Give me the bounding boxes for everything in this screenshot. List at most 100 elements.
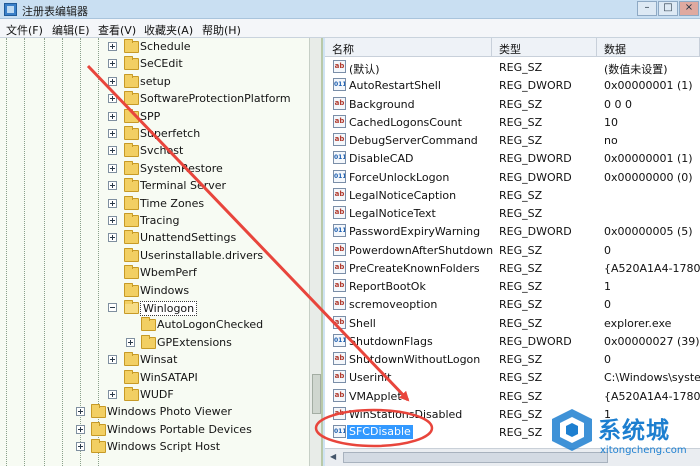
value-data: {A520A1A4-1780-4: [604, 389, 700, 403]
tree-node[interactable]: SystemRestore: [0, 160, 308, 178]
value-row[interactable]: ab ReportBootOk REG_SZ 1: [325, 277, 700, 295]
menu-edit[interactable]: 编辑(E): [52, 22, 90, 38]
value-row[interactable]: ab scremoveoption REG_SZ 0: [325, 295, 700, 313]
value-data: 0x00000000 (0): [604, 170, 693, 184]
collapse-icon[interactable]: [108, 303, 117, 312]
column-header-name[interactable]: 名称: [325, 38, 492, 57]
value-row[interactable]: 011 PasswordExpiryWarning REG_DWORD 0x00000…: [325, 222, 700, 240]
tree-node-label: Windows: [140, 283, 190, 297]
scroll-left-arrow-icon[interactable]: ◀: [330, 452, 336, 461]
expand-icon[interactable]: [108, 129, 117, 138]
value-row[interactable]: ab LegalNoticeText REG_SZ: [325, 204, 700, 222]
menu-view[interactable]: 查看(V): [98, 22, 136, 38]
tree-node[interactable]: Windows Photo Viewer: [0, 404, 308, 421]
value-row[interactable]: 011 ShutdownFlags REG_DWORD 0x00000027 (39): [325, 332, 700, 350]
expand-icon[interactable]: [108, 94, 117, 104]
value-name: VMApplet: [349, 389, 402, 403]
menu-help[interactable]: 帮助(H): [202, 22, 241, 38]
tree-node[interactable]: WinSATAPI: [0, 369, 308, 387]
tree-node[interactable]: Tracing: [0, 213, 308, 230]
tree-node[interactable]: Windows Portable Devices: [0, 421, 308, 439]
value-row[interactable]: ab DebugServerCommand REG_SZ no: [325, 131, 700, 149]
value-row[interactable]: ab PreCreateKnownFolders REG_SZ {A520A1A4-1…: [325, 259, 700, 277]
value-type: REG_SZ: [499, 61, 543, 74]
expand-icon[interactable]: [108, 181, 117, 191]
expand-icon[interactable]: [108, 216, 117, 225]
tree-node[interactable]: Terminal Server: [0, 178, 308, 195]
tree-node[interactable]: Superfetch: [0, 126, 308, 143]
column-header-data[interactable]: 数据: [597, 38, 700, 57]
minimize-button[interactable]: –: [637, 1, 657, 16]
column-header-type[interactable]: 类型: [492, 38, 597, 57]
value-row[interactable]: ab Userinit REG_SZ C:\Windows\syster: [325, 368, 700, 386]
expand-icon[interactable]: [108, 198, 117, 208]
value-name: PowerdownAfterShutdown: [349, 243, 494, 257]
maximize-button[interactable]: □: [658, 1, 678, 16]
value-type: REG_SZ: [499, 207, 543, 220]
tree-node[interactable]: SeCEdit: [0, 56, 308, 73]
binary-value-icon: 011: [333, 78, 346, 92]
tree-node[interactable]: Winsat: [0, 352, 308, 369]
folder-icon: [141, 334, 156, 349]
value-name: WinStationsDisabled: [349, 407, 463, 421]
expand-icon[interactable]: [108, 111, 117, 121]
tree-node-label: AutoLogonChecked: [157, 318, 264, 332]
value-type: REG_SZ: [499, 261, 543, 275]
tree-node[interactable]: AutoLogonChecked: [0, 317, 308, 334]
expand-icon[interactable]: [76, 442, 85, 452]
expand-icon[interactable]: [108, 146, 117, 156]
value-row[interactable]: 011 ForceUnlockLogon REG_DWORD 0x00000000 (…: [325, 168, 700, 186]
expand-icon[interactable]: [108, 76, 117, 86]
expand-icon[interactable]: [126, 337, 135, 347]
value-row[interactable]: ab (默认) REG_SZ (数值未设置): [325, 58, 700, 76]
tree-node[interactable]: WbemPerf: [0, 265, 308, 282]
string-value-icon: ab: [333, 388, 346, 402]
expand-icon[interactable]: [108, 390, 117, 399]
value-row[interactable]: ab Shell REG_SZ explorer.exe: [325, 314, 700, 332]
tree-node[interactable]: Windows: [0, 282, 308, 300]
tree-node-label: SeCEdit: [140, 57, 183, 71]
tree-scroll-thumb[interactable]: [312, 374, 321, 414]
folder-icon: [124, 160, 139, 175]
tree-node[interactable]: Userinstallable.drivers: [0, 247, 308, 265]
close-button[interactable]: ×: [679, 1, 699, 16]
folder-icon: [124, 213, 139, 227]
value-row[interactable]: ab ShutdownWithoutLogon REG_SZ 0: [325, 350, 700, 368]
expand-icon[interactable]: [108, 355, 117, 365]
tree-scrollbar[interactable]: [309, 38, 321, 466]
values-list[interactable]: 名称 类型 数据 ab (默认) REG_SZ (数值未设置) 011 AutoResta…: [325, 38, 700, 466]
tree-node[interactable]: SPP: [0, 108, 308, 126]
tree-node[interactable]: UnattendSettings: [0, 230, 308, 247]
tree-node[interactable]: Svchost: [0, 143, 308, 160]
value-name: ShutdownWithoutLogon: [349, 353, 481, 366]
tree-node[interactable]: setup: [0, 73, 308, 91]
value-row[interactable]: abVMApplet REG_SZ {A520A1A4-1780-4: [325, 387, 700, 405]
string-value-icon: ab: [333, 133, 346, 146]
menu-favorites[interactable]: 收藏夹(A): [144, 22, 193, 38]
expand-icon[interactable]: [76, 407, 85, 417]
expand-icon[interactable]: [108, 163, 117, 173]
value-row[interactable]: 011 DisableCAD REG_DWORD 0x00000001 (1): [325, 149, 700, 167]
string-value-icon: ab: [333, 114, 346, 128]
tree-node[interactable]: Windows Script Host: [0, 439, 308, 456]
menu-file[interactable]: 文件(F): [6, 22, 43, 38]
tree-node-label: UnattendSettings: [140, 231, 237, 245]
tree-node[interactable]: WUDF: [0, 387, 308, 404]
value-row[interactable]: ab PowerdownAfterShutdown REG_SZ 0: [325, 241, 700, 259]
expand-icon[interactable]: [108, 42, 117, 51]
registry-tree[interactable]: Schedule SeCEdit setup SoftwareProtectionPl…: [0, 38, 323, 466]
expand-icon[interactable]: [108, 59, 117, 69]
value-data: 0: [604, 298, 611, 312]
value-row[interactable]: ab CachedLogonsCount REG_SZ 10: [325, 113, 700, 131]
value-row[interactable]: ab LegalNoticeCaption REG_SZ: [325, 186, 700, 204]
tree-node-label: Time Zones: [140, 196, 205, 210]
value-row[interactable]: 011 AutoRestartShell REG_DWORD 0x00000001 (…: [325, 76, 700, 94]
tree-node[interactable]: GPExtensions: [0, 334, 308, 352]
tree-node[interactable]: Time Zones: [0, 195, 308, 213]
tree-node[interactable]: Schedule: [0, 39, 308, 56]
expand-icon[interactable]: [108, 233, 117, 243]
expand-icon[interactable]: [76, 424, 85, 434]
tree-node[interactable]: Winlogon: [0, 300, 308, 317]
tree-node[interactable]: SoftwareProtectionPlatform: [0, 91, 308, 108]
value-row[interactable]: ab Background REG_SZ 0 0 0: [325, 95, 700, 113]
